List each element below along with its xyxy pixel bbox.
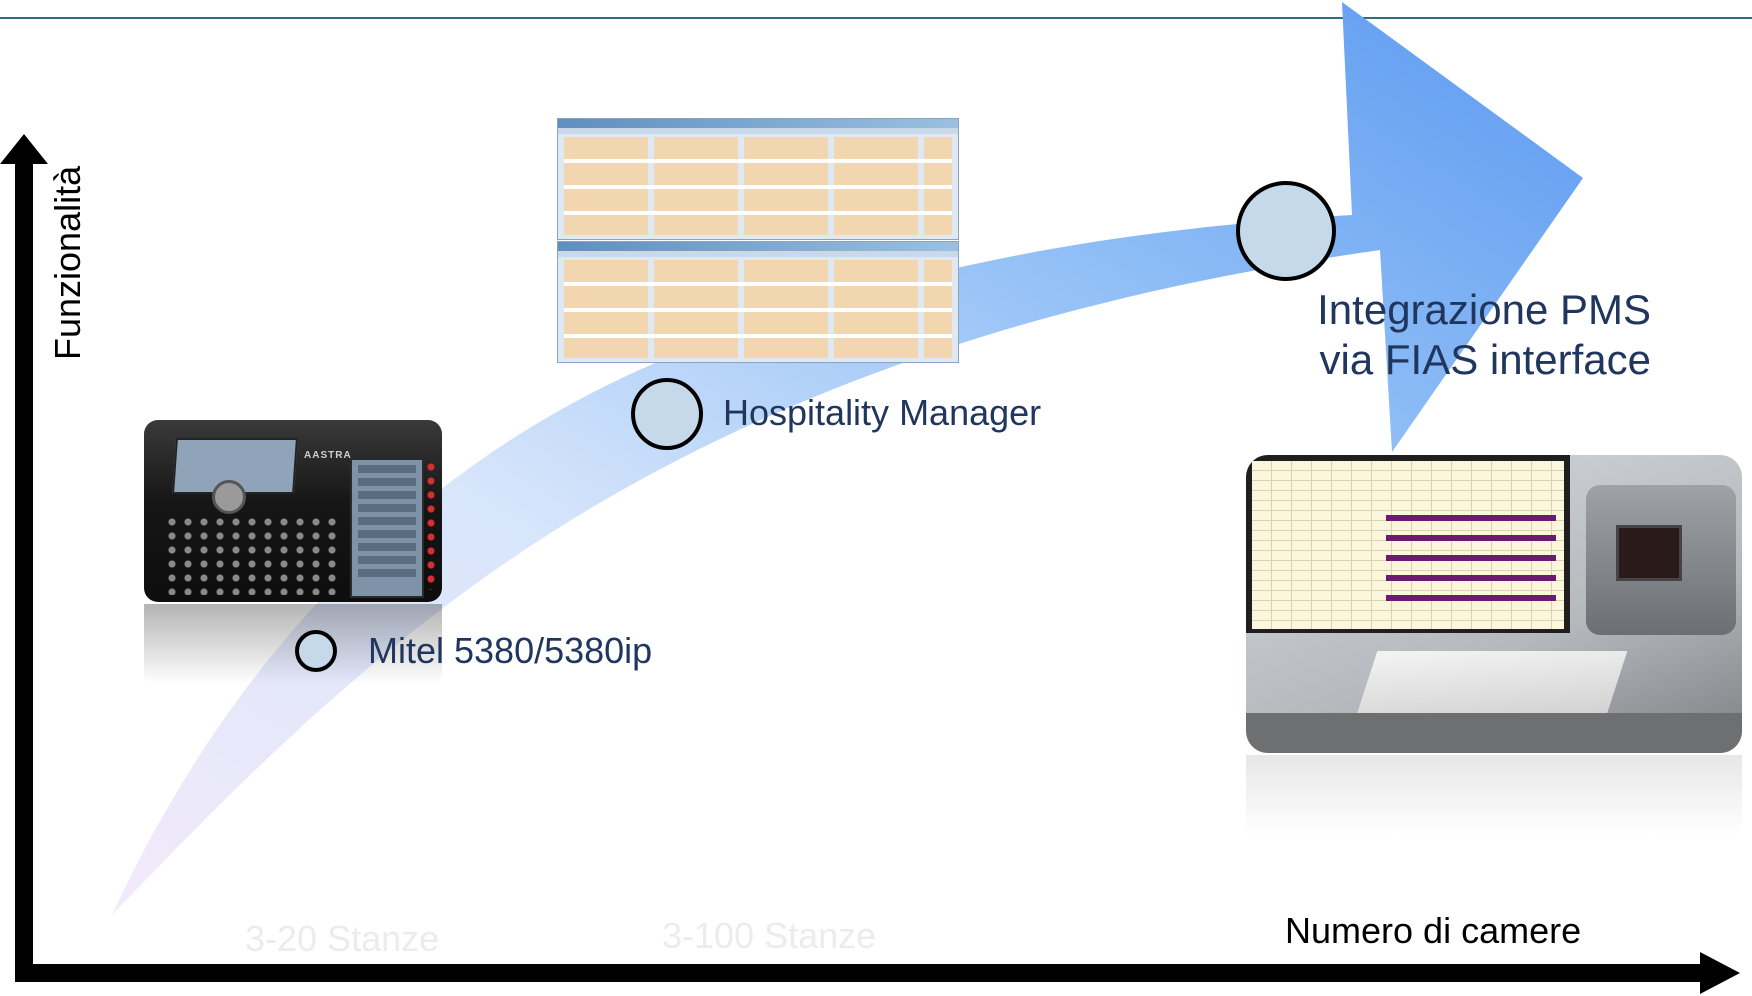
x-axis-line [15, 964, 1705, 982]
milestone-label-pms: Integrazione PMS via FIAS interface [1265, 285, 1651, 385]
milestone-marker-pms [1236, 181, 1336, 281]
milestone-marker-hospitality [631, 378, 703, 450]
x-axis-arrowhead [1700, 952, 1740, 994]
desk-phone-photo: AASTRA [144, 420, 442, 602]
pms-photo-reflection [1246, 755, 1742, 835]
pms-label-line-1: Integrazione PMS [1317, 286, 1651, 333]
y-axis-line [15, 162, 33, 982]
hospitality-manager-screenshot-copy [557, 241, 959, 363]
hospitality-manager-screenshot [557, 118, 959, 240]
pms-label-line-2: via FIAS interface [1319, 336, 1651, 383]
y-axis-label: Funzionalità [47, 165, 88, 360]
pms-workstation-photo [1246, 455, 1742, 753]
x-axis-label: Numero di camere [1285, 910, 1582, 951]
range-label-small: 3-20 Stanze [245, 918, 440, 959]
range-label-medium: 3-100 Stanze [662, 915, 877, 956]
y-axis-arrowhead [0, 134, 48, 164]
milestone-label-hospitality: Hospitality Manager [723, 392, 1042, 433]
milestone-marker-mitel [295, 630, 337, 672]
milestone-label-mitel: Mitel 5380/5380ip [368, 630, 653, 671]
